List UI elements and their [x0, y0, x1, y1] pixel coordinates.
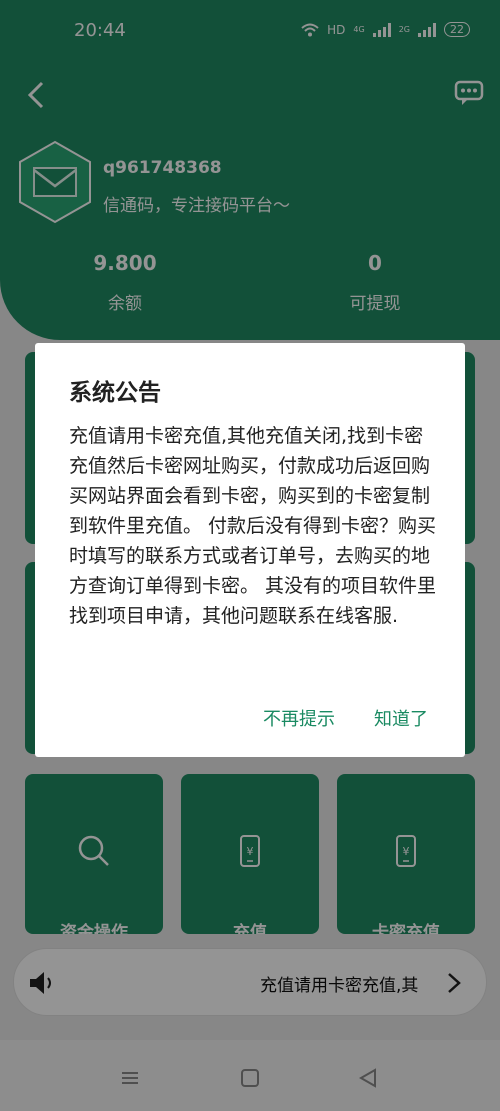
dialog-title: 系统公告: [69, 380, 161, 406]
got-it-button[interactable]: 知道了: [374, 705, 428, 731]
announcement-dialog: 系统公告 充值请用卡密充值,其他充值关闭,找到卡密充值然后卡密网址购买，付款成功…: [35, 343, 465, 757]
dont-show-again-button[interactable]: 不再提示: [263, 705, 335, 731]
dialog-message: 充值请用卡密充值,其他充值关闭,找到卡密充值然后卡密网址购买，付款成功后返回购买…: [69, 425, 437, 627]
